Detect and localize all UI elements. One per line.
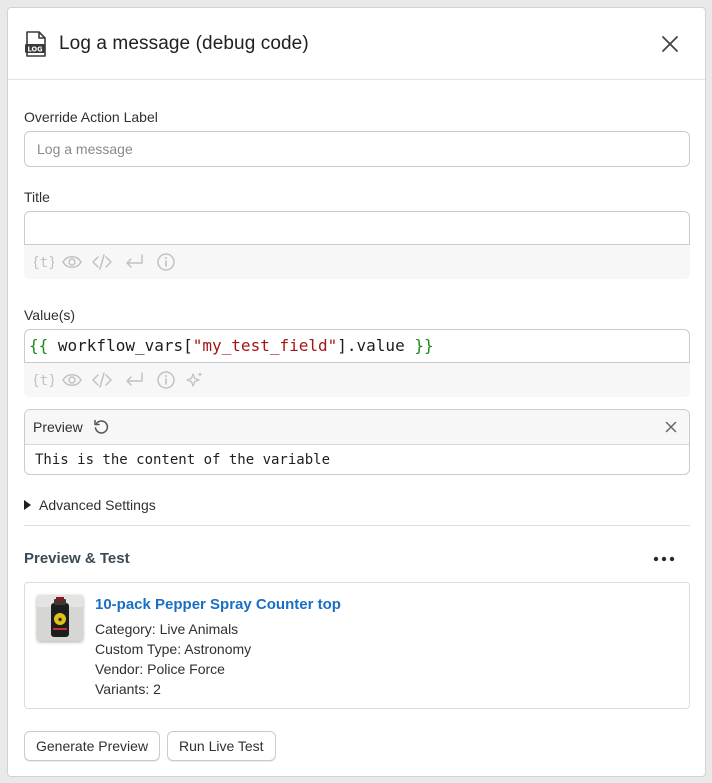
values-toolbar: {t} — [24, 363, 690, 397]
preview-content: This is the content of the variable — [35, 452, 331, 468]
dialog-title: Log a message (debug code) — [59, 33, 309, 54]
code-close-brace: }} — [414, 336, 434, 355]
svg-text:{t}: {t} — [34, 373, 54, 389]
info-icon[interactable] — [156, 371, 176, 389]
product-title-link[interactable]: 10-pack Pepper Spray Counter top — [95, 596, 341, 613]
sparkle-icon[interactable] — [185, 371, 205, 389]
svg-text:LOG: LOG — [28, 46, 43, 54]
return-icon[interactable] — [124, 253, 144, 271]
refresh-icon[interactable] — [93, 419, 109, 435]
values-code: {{ workflow_vars["my_test_field"].value … — [29, 336, 434, 355]
dialog: LOG Log a message (debug code) Override … — [7, 7, 706, 777]
override-label: Override Action Label — [24, 109, 158, 125]
title-input[interactable] — [24, 211, 690, 245]
title-toolbar: {t} — [24, 245, 690, 279]
preview-title: Preview — [33, 419, 83, 435]
product-variants: Variants: 2 — [95, 681, 161, 697]
section-title: Preview & Test — [24, 550, 130, 567]
code-string: "my_test_field" — [192, 336, 338, 355]
svg-text:✷: ✷ — [57, 616, 63, 624]
generate-preview-button[interactable]: Generate Preview — [24, 731, 161, 761]
eye-icon[interactable] — [62, 371, 82, 389]
log-file-icon: LOG — [25, 31, 46, 57]
code-icon[interactable] — [92, 371, 112, 389]
svg-text:{t}: {t} — [34, 255, 54, 271]
close-icon[interactable] — [661, 35, 679, 53]
advanced-settings-toggle[interactable]: Advanced Settings — [24, 497, 156, 513]
product-vendor: Vendor: Police Force — [95, 661, 225, 677]
preview-panel: Preview This is the content of the varia… — [24, 409, 690, 475]
code-post: ].value — [337, 336, 415, 355]
run-live-test-button[interactable]: Run Live Test — [167, 731, 276, 761]
variable-icon[interactable]: {t} — [34, 253, 54, 271]
product-custom-type: Custom Type: Astronomy — [95, 641, 252, 657]
info-icon[interactable] — [156, 253, 176, 271]
advanced-settings-label: Advanced Settings — [39, 497, 156, 513]
caret-right-icon — [24, 500, 31, 510]
title-label: Title — [24, 189, 50, 205]
values-label: Value(s) — [24, 307, 76, 323]
override-label-input[interactable] — [24, 131, 690, 167]
more-icon[interactable] — [653, 555, 675, 563]
product-category: Category: Live Animals — [95, 621, 239, 637]
code-pre: workflow_vars[ — [48, 336, 193, 355]
variable-icon[interactable]: {t} — [34, 371, 54, 389]
divider — [24, 525, 690, 526]
product-thumbnail: ✷ — [37, 595, 83, 641]
product-card: ✷ 10-pack Pepper Spray Counter top Categ… — [24, 582, 690, 709]
return-icon[interactable] — [124, 371, 144, 389]
code-icon[interactable] — [92, 253, 112, 271]
code-open-brace: {{ — [29, 336, 49, 355]
preview-header: Preview — [25, 410, 689, 445]
eye-icon[interactable] — [62, 253, 82, 271]
values-input[interactable]: {{ workflow_vars["my_test_field"].value … — [24, 329, 690, 363]
preview-close-icon[interactable] — [665, 421, 677, 433]
dialog-header: LOG Log a message (debug code) — [8, 8, 705, 80]
